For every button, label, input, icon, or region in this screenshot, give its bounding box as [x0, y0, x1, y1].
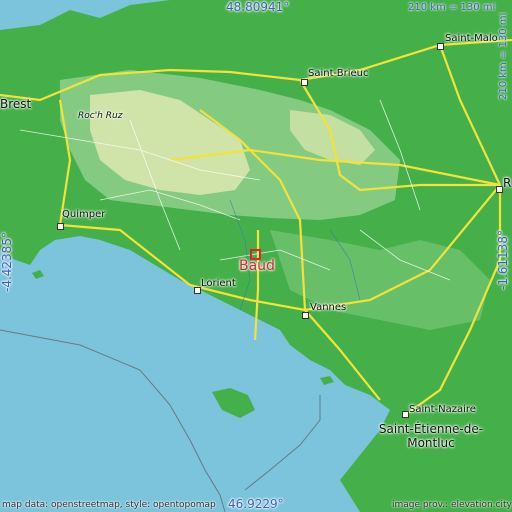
city-dot: [402, 411, 409, 418]
city-dot: [194, 287, 201, 294]
top-latitude-label: 48.80941°: [226, 0, 290, 14]
left-longitude-label: -4.42385°: [0, 232, 14, 292]
right-longitude-label: -1.61138°: [496, 230, 510, 290]
city-label-saint-brieuc[interactable]: Saint-Brieuc: [308, 68, 369, 79]
image-provider: image prov.: elevation.city: [392, 500, 512, 510]
map-view[interactable]: 48.80941° 210 km = 130 mi 46.9229° -4.42…: [0, 0, 512, 512]
city-label-quimper[interactable]: Quimper: [62, 209, 105, 220]
city-label-saint-malo[interactable]: Saint-Malo: [445, 33, 498, 44]
map-attribution: map data: openstreetmap, style: opentopo…: [2, 500, 216, 510]
city-label-saint-nazaire[interactable]: Saint-Nazaire: [409, 404, 476, 415]
city-dot: [302, 312, 309, 319]
city-label-saint-etienne-de-montluc[interactable]: Saint-Étienne-de-Montluc: [375, 422, 487, 450]
city-dot: [437, 43, 444, 50]
city-label-vannes[interactable]: Vannes: [310, 302, 346, 313]
city-dot: [301, 79, 308, 86]
city-dot: [496, 186, 503, 193]
summit-label-roch-ruz[interactable]: Roc'h Ruz: [78, 111, 122, 121]
city-dot: [57, 223, 64, 230]
right-scale-label: 210 km = 130 mi: [498, 12, 509, 100]
city-label-brest[interactable]: Brest: [0, 97, 31, 111]
place-name-label: Baud: [239, 258, 275, 274]
top-scale-label: 210 km = 130 mi: [408, 2, 496, 13]
city-label-lorient[interactable]: Lorient: [201, 278, 236, 289]
city-label-rennes-partial[interactable]: R: [503, 176, 511, 190]
bottom-latitude-label: 46.9229°: [228, 497, 284, 511]
